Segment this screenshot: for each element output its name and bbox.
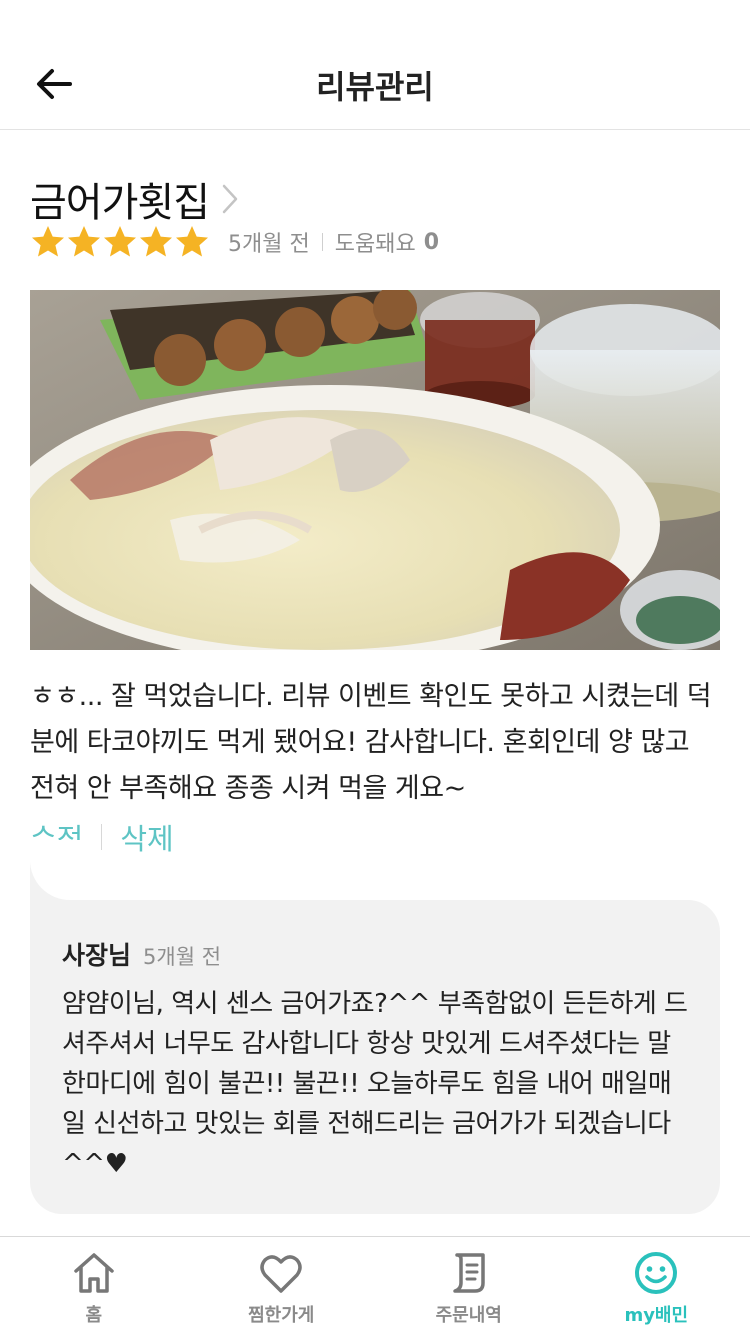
divider <box>101 824 103 850</box>
review-photo[interactable] <box>30 290 720 650</box>
top-bar: 리뷰관리 <box>0 0 750 130</box>
divider <box>321 233 323 251</box>
delete-button[interactable]: 삭제 <box>120 816 173 858</box>
store-name: 금어가횟집 <box>30 180 210 226</box>
star-icon <box>176 226 208 257</box>
reply-author: 사장님 <box>62 941 132 970</box>
reply-date: 5개월 전 <box>143 945 222 969</box>
tab-label: 홈 <box>85 1305 103 1326</box>
heart-icon <box>260 1255 302 1293</box>
owner-reply: 사장님 5개월 전 얌얌이님, 역시 센스 금어가죠?^^ 부족함없이 든든하게… <box>30 900 720 1214</box>
store-link[interactable]: 금어가횟집 <box>30 170 241 228</box>
receipt-icon <box>453 1253 485 1293</box>
review-meta: 5개월 전 도움돼요 0 <box>30 224 439 260</box>
helpful-label: 도움돼요 <box>334 232 416 257</box>
tab-label: 찜한가게 <box>248 1305 315 1326</box>
food-photo-image <box>30 290 720 650</box>
star-icon <box>68 226 100 257</box>
page-title: 리뷰관리 <box>316 68 434 106</box>
tab-my-baemin[interactable]: my배민 <box>563 1237 750 1334</box>
reply-header: 사장님 5개월 전 <box>62 936 221 972</box>
smile-icon <box>635 1252 678 1294</box>
review-date: 5개월 전 <box>228 232 310 257</box>
tab-home[interactable]: 홈 <box>0 1237 188 1334</box>
reply-body: 얌얌이님, 역시 센스 금어가죠?^^ 부족함없이 든든하게 드셔주셔서 너무도… <box>62 989 688 1179</box>
tab-label: 주문내역 <box>435 1305 502 1326</box>
star-icon <box>140 226 172 257</box>
bottom-tab-bar: 홈 찜한가게 주문내역 my배민 <box>0 1236 750 1334</box>
tab-orders[interactable]: 주문내역 <box>375 1237 563 1334</box>
star-icon <box>32 226 64 257</box>
tab-favorites[interactable]: 찜한가게 <box>188 1237 376 1334</box>
helpful-count: 0 <box>423 229 439 255</box>
star-rating <box>30 224 210 260</box>
star-icon <box>104 226 136 257</box>
chevron-right-icon <box>221 182 241 216</box>
home-icon <box>74 1253 114 1293</box>
tab-label: my배민 <box>624 1305 689 1326</box>
review-body: ㅎㅎ... 잘 먹었습니다. 리뷰 이벤트 확인도 못하고 시켰는데 덕분에 타… <box>30 681 712 804</box>
